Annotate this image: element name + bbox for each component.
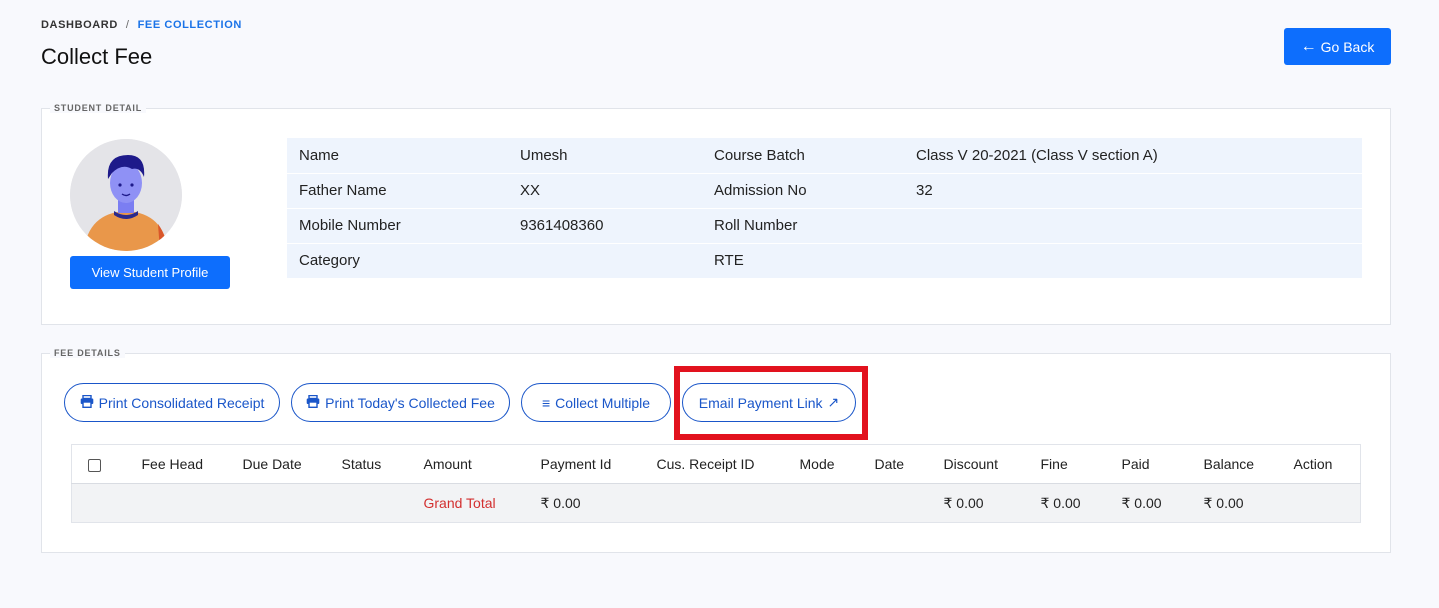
grand-total-label: Grand Total bbox=[415, 483, 533, 523]
grand-total-payment-id: ₹ 0.00 bbox=[532, 483, 649, 523]
empty-cell bbox=[1285, 483, 1361, 523]
student-detail-row: Name Umesh Course Batch Class V 20-2021 … bbox=[287, 138, 1362, 173]
empty-cell bbox=[133, 483, 235, 523]
empty-cell bbox=[333, 483, 416, 523]
column-header: Discount bbox=[935, 444, 1033, 484]
print-consolidated-receipt-label: Print Consolidated Receipt bbox=[98, 394, 265, 411]
detail-label: Name bbox=[299, 146, 340, 164]
column-header: Payment Id bbox=[532, 444, 649, 484]
student-detail-row: Father Name XX Admission No 32 bbox=[287, 172, 1362, 208]
breadcrumb-fee-collection[interactable]: FEE COLLECTION bbox=[138, 19, 242, 31]
grand-total-discount: ₹ 0.00 bbox=[935, 483, 1033, 523]
column-header: Status bbox=[333, 444, 416, 484]
collect-multiple-button[interactable]: ≡ Collect Multiple bbox=[521, 383, 671, 422]
detail-label: Mobile Number bbox=[287, 207, 508, 243]
print-todays-collected-fee-label: Print Today's Collected Fee bbox=[325, 394, 495, 411]
detail-label: Category bbox=[287, 242, 508, 278]
printer-icon bbox=[306, 394, 320, 411]
detail-value: 32 bbox=[904, 172, 1362, 208]
go-back-label: Go Back bbox=[1320, 38, 1375, 55]
select-all-checkbox[interactable] bbox=[88, 458, 101, 472]
student-detail-panel: STUDENT DETAIL View Student Profile Name… bbox=[41, 103, 1391, 325]
fee-details-legend: FEE DETAILS bbox=[50, 348, 125, 358]
detail-label: Admission No bbox=[702, 172, 904, 208]
column-header: Due Date bbox=[234, 444, 334, 484]
grand-total-paid: ₹ 0.00 bbox=[1113, 483, 1196, 523]
print-todays-collected-fee-button[interactable]: Print Today's Collected Fee bbox=[291, 383, 510, 422]
arrow-left-icon: ← bbox=[1300, 37, 1317, 55]
empty-cell bbox=[791, 483, 867, 523]
menu-lines-icon: ≡ bbox=[541, 394, 551, 411]
grand-total-row: Grand Total ₹ 0.00 ₹ 0.00 ₹ 0.00 ₹ 0.00 … bbox=[71, 483, 1361, 523]
detail-value: Umesh bbox=[520, 146, 568, 164]
view-student-profile-button[interactable]: View Student Profile bbox=[70, 256, 230, 289]
column-header: Fee Head bbox=[133, 444, 235, 484]
student-detail-row: Category RTE bbox=[287, 242, 1362, 278]
detail-value: Class V 20-2021 (Class V section A) bbox=[916, 146, 1158, 164]
column-header: Mode bbox=[791, 444, 867, 484]
grand-total-balance: ₹ 0.00 bbox=[1195, 483, 1286, 523]
empty-cell bbox=[234, 483, 334, 523]
grand-total-fine: ₹ 0.00 bbox=[1032, 483, 1114, 523]
detail-label: Roll Number bbox=[702, 207, 904, 243]
column-header: Action bbox=[1285, 444, 1361, 484]
detail-label: Father Name bbox=[287, 172, 508, 208]
fee-details-panel: FEE DETAILS Print Consolidated Receipt P… bbox=[41, 348, 1391, 553]
column-header: Amount bbox=[415, 444, 533, 484]
page-title: Collect Fee bbox=[41, 44, 153, 69]
student-detail-legend: STUDENT DETAIL bbox=[50, 103, 147, 113]
go-back-button[interactable]: ← Go Back bbox=[1284, 28, 1391, 65]
printer-icon bbox=[80, 394, 94, 411]
email-payment-link-button[interactable]: Email Payment Link ↗ bbox=[682, 383, 856, 422]
detail-value bbox=[904, 207, 1362, 243]
breadcrumb: DASHBOARD / FEE COLLECTION bbox=[41, 19, 242, 31]
empty-cell bbox=[866, 483, 936, 523]
column-header: Fine bbox=[1032, 444, 1114, 484]
detail-value: 9361408360 bbox=[508, 207, 702, 243]
email-payment-link-label: Email Payment Link bbox=[698, 394, 823, 411]
column-header: Date bbox=[866, 444, 936, 484]
arrow-up-right-icon: ↗ bbox=[827, 394, 840, 410]
collect-multiple-label: Collect Multiple bbox=[555, 394, 651, 411]
detail-value: XX bbox=[508, 172, 702, 208]
detail-label: RTE bbox=[702, 242, 904, 278]
student-detail-table: Name Umesh Course Batch Class V 20-2021 … bbox=[287, 138, 1362, 278]
select-all-cell bbox=[71, 444, 134, 484]
column-header: Balance bbox=[1195, 444, 1286, 484]
breadcrumb-dashboard[interactable]: DASHBOARD bbox=[41, 19, 118, 31]
detail-value bbox=[508, 242, 702, 278]
print-consolidated-receipt-button[interactable]: Print Consolidated Receipt bbox=[64, 383, 280, 422]
detail-label: Course Batch bbox=[714, 146, 805, 164]
detail-value bbox=[904, 242, 1362, 278]
empty-cell bbox=[648, 483, 792, 523]
breadcrumb-separator: / bbox=[125, 19, 130, 31]
fee-action-buttons: Print Consolidated Receipt Print Today's… bbox=[64, 383, 856, 422]
column-header: Cus. Receipt ID bbox=[648, 444, 792, 484]
student-detail-row: Mobile Number 9361408360 Roll Number bbox=[287, 207, 1362, 243]
column-header: Paid bbox=[1113, 444, 1196, 484]
fee-table-header: Fee Head Due Date Status Amount Payment … bbox=[71, 444, 1361, 484]
fee-table: Fee Head Due Date Status Amount Payment … bbox=[71, 444, 1361, 523]
empty-cell bbox=[71, 483, 134, 523]
student-avatar bbox=[70, 139, 182, 251]
